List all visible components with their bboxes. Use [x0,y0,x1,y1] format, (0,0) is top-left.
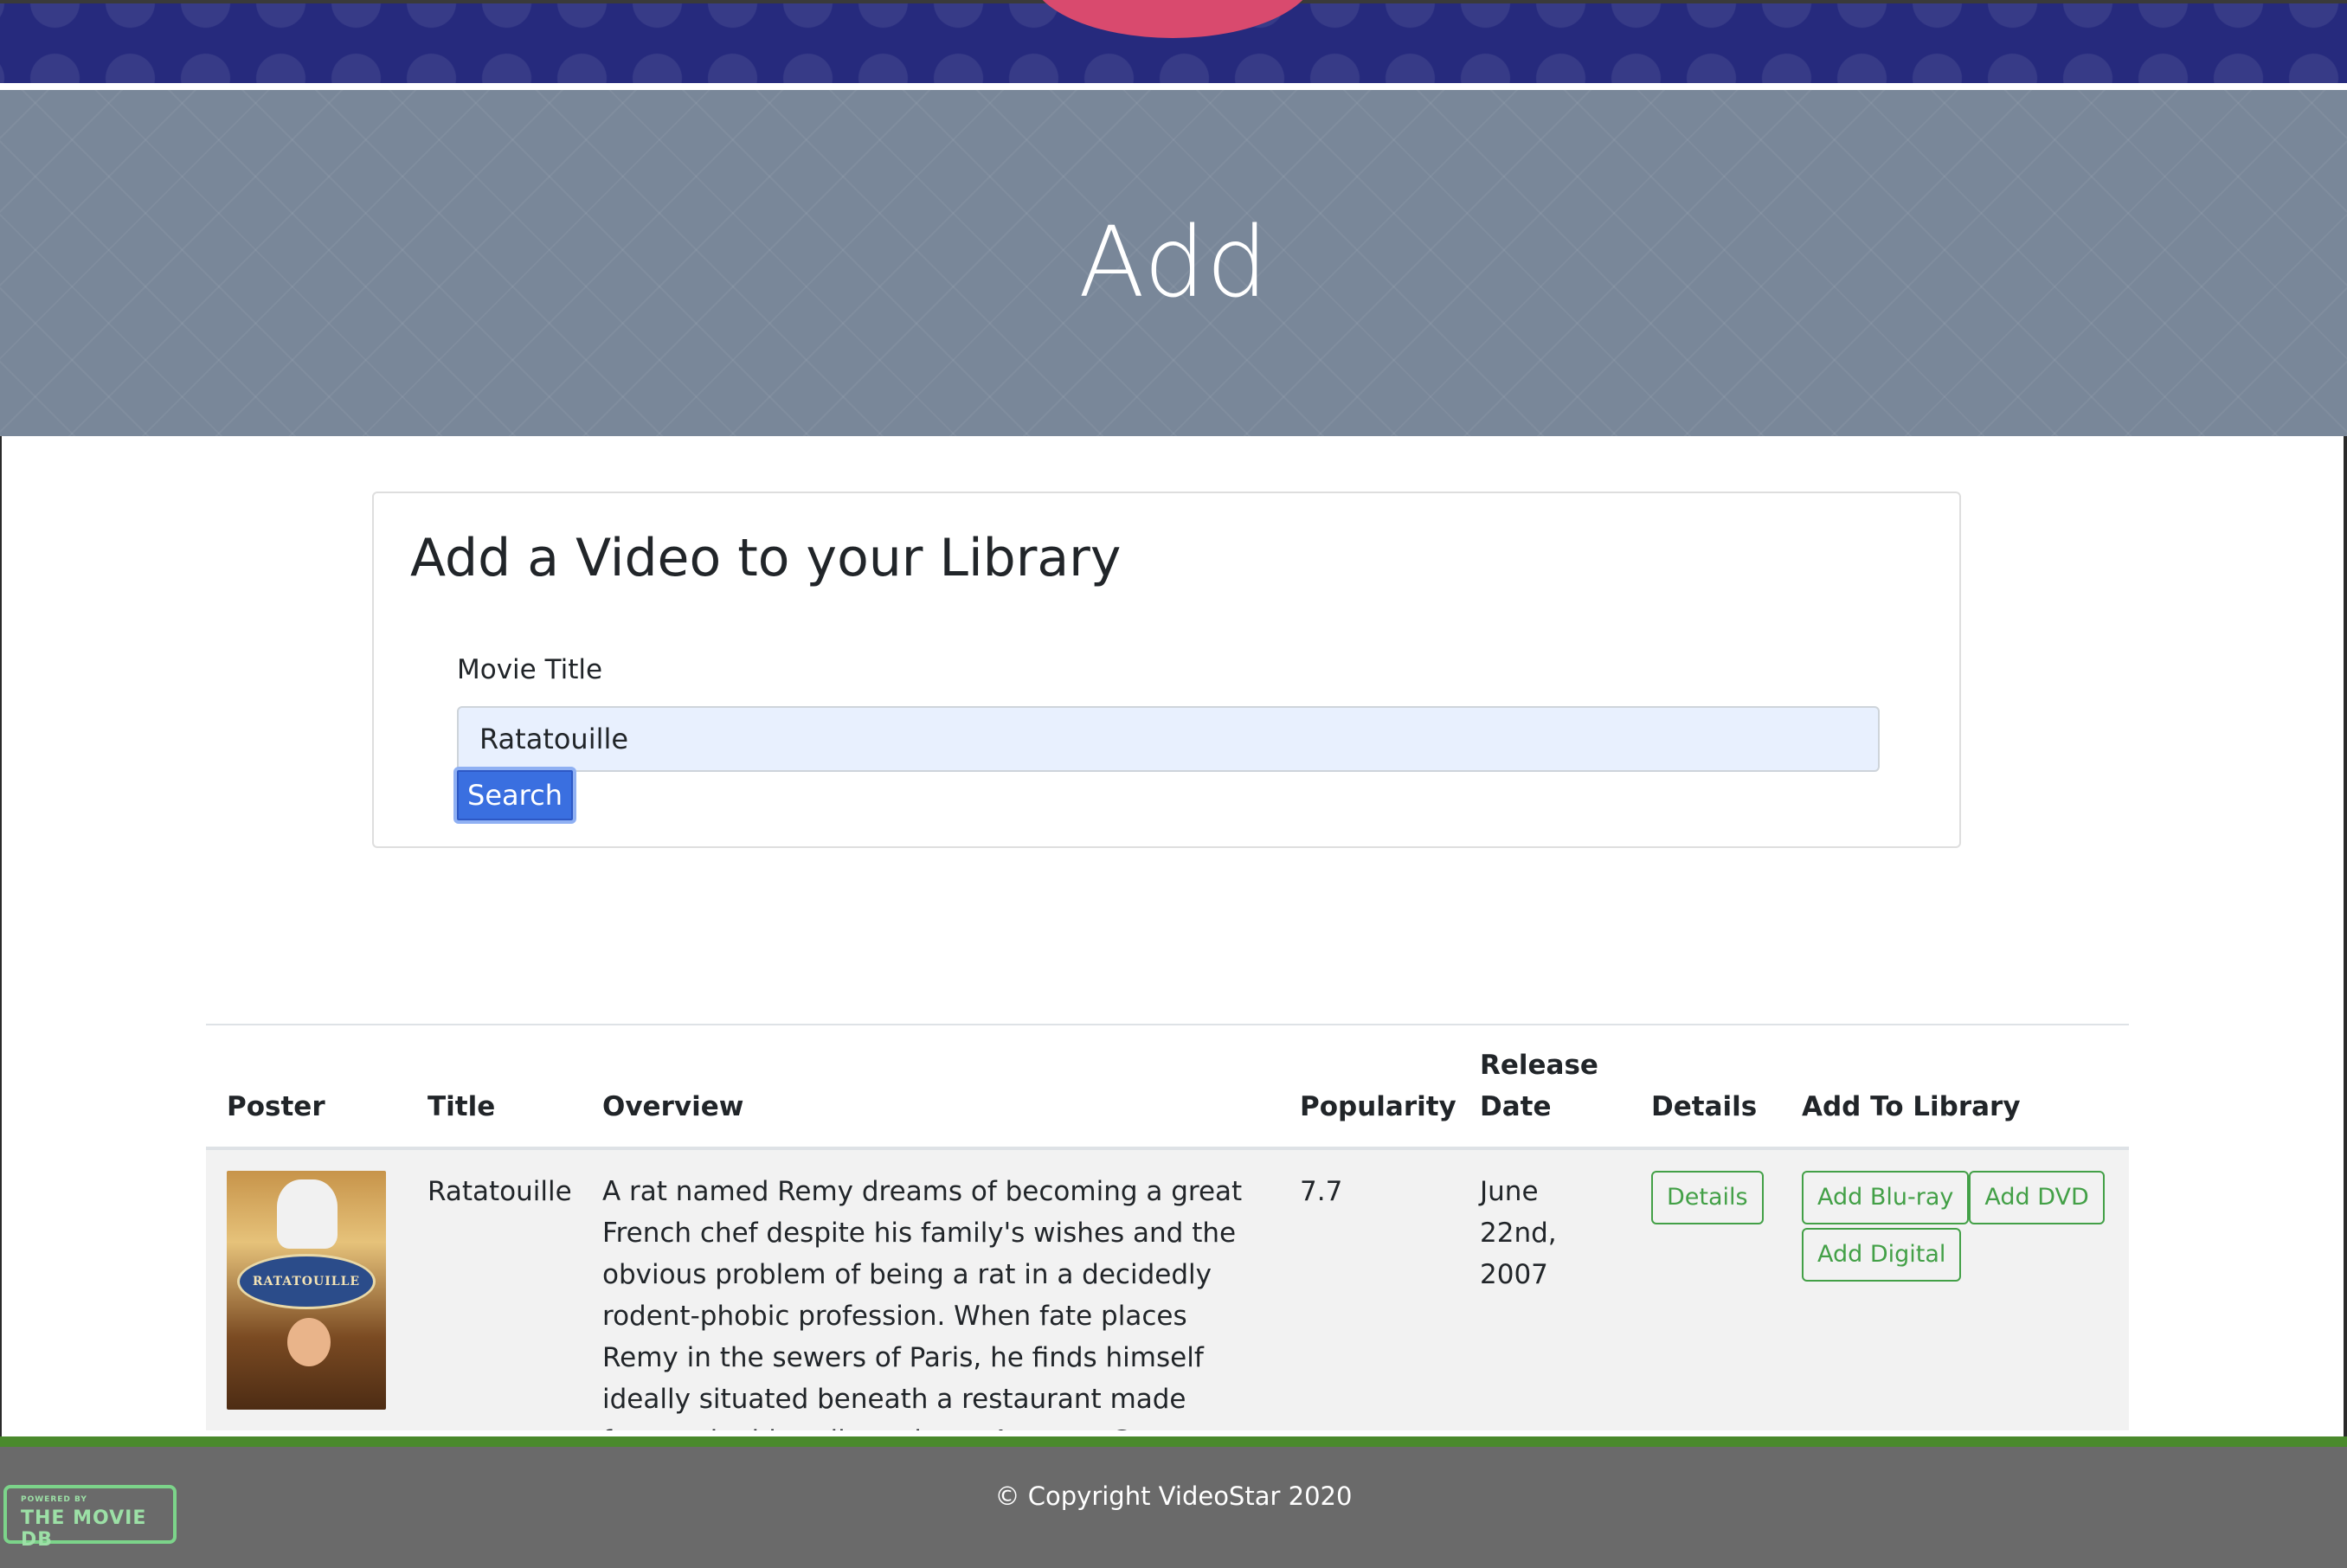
poster-cell: RATATOUILLE [206,1148,407,1430]
header-overview: Overview [582,1025,1279,1150]
movie-poster-image: RATATOUILLE [227,1171,386,1410]
poster-title-text: RATATOUILLE [252,1275,361,1288]
header-separator [0,83,2347,90]
release-date-cell: June 22nd, 2007 [1459,1148,1630,1430]
add-dvd-button[interactable]: Add DVD [1969,1171,2105,1224]
top-navbar [0,0,2347,83]
poster-chef-figure [277,1179,338,1249]
tmdb-name: THE MOVIE DB [21,1507,147,1551]
table-header-row: Poster Title Overview Popularity Release… [206,1025,2129,1150]
release-date-day: 22nd, [1480,1218,1557,1249]
add-digital-button[interactable]: Add Digital [1802,1228,1962,1282]
table-row: RATATOUILLE Ratatouille A rat named Remy… [206,1148,2129,1430]
header-release-date-line2: Date [1480,1091,1552,1122]
results-table: Poster Title Overview Popularity Release… [206,1025,2129,1430]
search-button[interactable]: Search [453,767,576,824]
brand-logo-circle-icon[interactable] [1030,0,1315,38]
details-button[interactable]: Details [1651,1171,1764,1224]
header-popularity: Popularity [1279,1025,1459,1150]
hero-banner: Add [0,90,2347,436]
release-date-year: 2007 [1480,1259,1548,1290]
search-card: Add a Video to your Library Movie Title … [372,492,1961,848]
page-footer: POWERED BY THE MOVIE DB © Copyright Vide… [0,1436,2347,1568]
header-release-date-line1: Release [1480,1050,1598,1081]
overview-text: A rat named Remy dreams of becoming a gr… [602,1176,1243,1430]
search-card-heading: Add a Video to your Library [410,528,1122,588]
overview-cell: A rat named Remy dreams of becoming a gr… [582,1148,1279,1430]
header-details: Details [1630,1025,1781,1150]
page-title: Add [1078,207,1269,319]
popularity-cell: 7.7 [1279,1148,1459,1430]
title-cell: Ratatouille [407,1148,582,1430]
poster-title-plate: RATATOUILLE [237,1254,376,1309]
copyright-text: © Copyright VideoStar 2020 [994,1481,1353,1511]
header-release-date: Release Date [1459,1025,1630,1150]
header-poster: Poster [206,1025,407,1150]
add-bluray-button[interactable]: Add Blu-ray [1802,1171,1970,1224]
header-title: Title [407,1025,582,1150]
movie-title-label: Movie Title [457,654,603,685]
add-to-library-cell: Add Blu-ray Add DVD Add Digital [1781,1148,2129,1430]
details-cell: Details [1630,1148,1781,1430]
poster-character-figure [287,1318,331,1366]
header-add-to-library: Add To Library [1781,1025,2129,1150]
results-section: Poster Title Overview Popularity Release… [206,1024,2129,1430]
release-date-month: June [1480,1176,1539,1207]
movie-title-input[interactable] [457,706,1880,772]
